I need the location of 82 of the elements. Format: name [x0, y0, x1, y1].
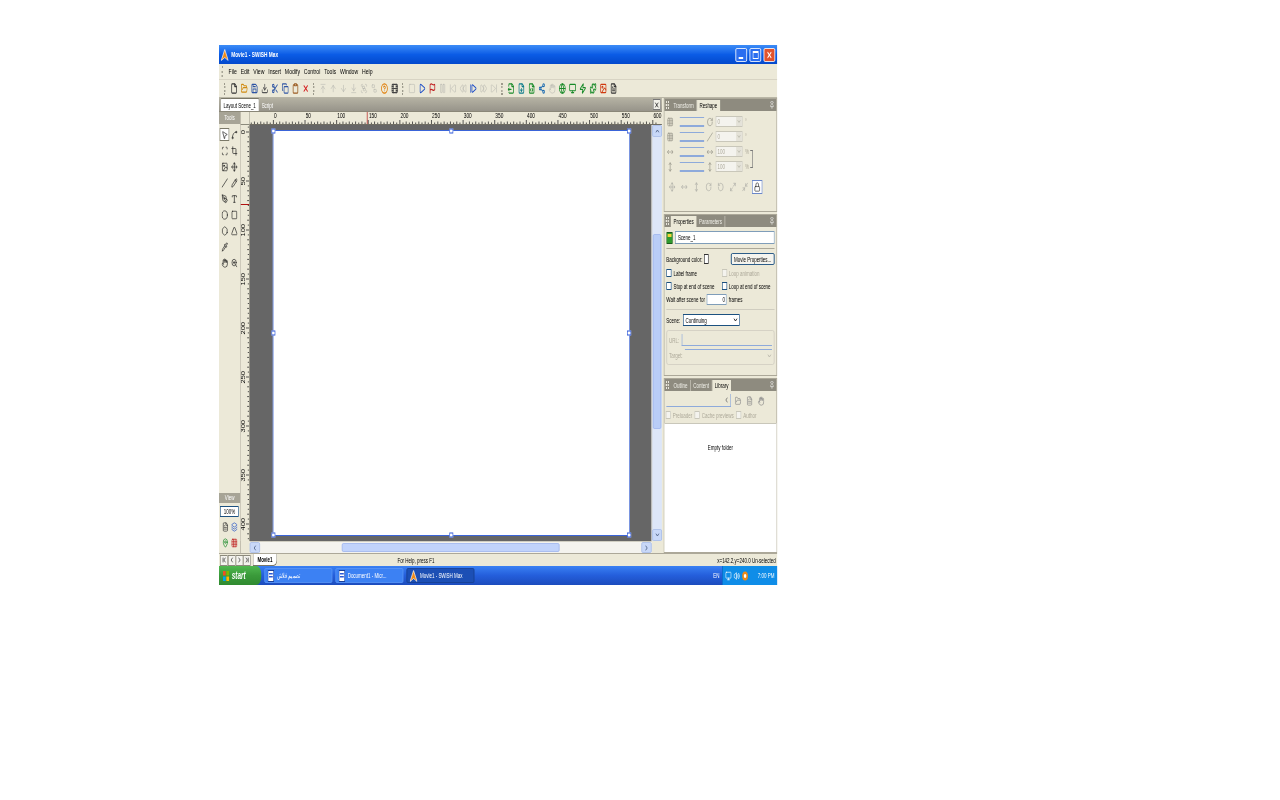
library-button[interactable]: [733, 394, 743, 407]
selection-handle-icon[interactable]: [627, 128, 632, 134]
selection-handle-icon[interactable]: [449, 128, 454, 134]
text-icon: [231, 193, 238, 204]
checkbox[interactable]: [721, 282, 727, 290]
windows-logo-icon: [222, 570, 230, 581]
start-button[interactable]: start: [219, 566, 262, 585]
scrollbar-thumb[interactable]: [341, 543, 560, 552]
menu-item[interactable]: Window: [338, 67, 361, 76]
crop-icon: [231, 145, 238, 156]
tool-button[interactable]: [229, 128, 240, 141]
pointer-icon: [221, 129, 228, 140]
grip-icon: [665, 381, 669, 389]
scene-icon: [666, 231, 673, 244]
menu-item[interactable]: Modify: [282, 67, 302, 76]
movie-nav-button[interactable]: [220, 554, 228, 566]
vertical-scrollbar[interactable]: [651, 125, 662, 541]
rotate-icon: [706, 116, 714, 127]
layers-icon: [231, 521, 238, 532]
rotate-back-icon: [717, 182, 724, 192]
input-field[interactable]: [679, 161, 705, 172]
grip-icon: [501, 82, 504, 95]
minimize-button[interactable]: [735, 47, 747, 62]
menu-item[interactable]: Tools: [322, 67, 338, 76]
selection-handle-icon[interactable]: [627, 330, 632, 336]
menu-item[interactable]: View: [251, 67, 267, 76]
vertical-arrows-icon: [693, 182, 700, 192]
transform-tool-button[interactable]: [752, 180, 763, 194]
cursor-marker: [240, 204, 250, 205]
app-logo-icon: [409, 569, 418, 582]
maximize-icon: [752, 50, 759, 59]
triangle-icon: [231, 225, 238, 236]
pin-icon[interactable]: [769, 381, 775, 389]
menu-item[interactable]: Edit: [238, 67, 252, 76]
grip-icon: [665, 217, 669, 225]
scroll-up-button[interactable]: [652, 125, 662, 137]
rotate-icon: [705, 182, 712, 192]
folder-icon: [734, 395, 742, 406]
tool-button[interactable]: [229, 208, 240, 221]
grip-icon: [224, 82, 227, 95]
input-field[interactable]: [679, 131, 705, 142]
minimize-icon: [738, 56, 744, 59]
selection-handle-icon[interactable]: [271, 532, 276, 538]
image-icon: [221, 161, 228, 172]
menu-item[interactable]: Help: [360, 67, 375, 76]
grid-icon: [231, 537, 238, 548]
input-field[interactable]: [679, 146, 705, 157]
close-document-button[interactable]: [652, 99, 661, 110]
grip-icon: [665, 101, 669, 109]
movie-nav-button[interactable]: [243, 554, 251, 566]
pin-icon[interactable]: [769, 101, 775, 109]
checkbox[interactable]: [666, 282, 672, 290]
pen-icon: [221, 193, 228, 204]
selection-handle-icon[interactable]: [449, 532, 454, 538]
maximize-button[interactable]: [749, 47, 762, 62]
color-swatch-icon[interactable]: [704, 254, 709, 264]
rectangle-icon: [231, 209, 238, 220]
movie-nav-button[interactable]: [227, 554, 236, 566]
ring-icon[interactable]: [741, 570, 749, 581]
app-logo-icon: [220, 48, 229, 61]
curve-icon: [231, 129, 238, 140]
pin-icon[interactable]: [769, 217, 775, 225]
view-button[interactable]: [229, 536, 240, 549]
checkbox[interactable]: [666, 269, 672, 277]
scrollbar-thumb[interactable]: [652, 234, 662, 429]
selection-handle-icon[interactable]: [271, 128, 276, 134]
menu-item[interactable]: Control: [301, 67, 323, 76]
lock-bracket-icon: [750, 150, 753, 168]
horizontal-scrollbar[interactable]: [249, 541, 652, 553]
height-icon: [667, 161, 674, 172]
movie-nav-button[interactable]: [235, 554, 244, 566]
selection-handle-icon[interactable]: [627, 532, 632, 538]
input-field[interactable]: [679, 116, 705, 127]
document-icon: [267, 569, 275, 582]
selection-handle-icon[interactable]: [271, 330, 276, 336]
tool-button[interactable]: [219, 128, 230, 141]
menu-item[interactable]: File: [226, 67, 239, 76]
scroll-down-button[interactable]: [652, 529, 662, 541]
menu-item[interactable]: Insert: [266, 67, 283, 76]
document-icon: [338, 569, 346, 582]
tool-button[interactable]: [229, 224, 240, 237]
close-button[interactable]: [763, 47, 776, 62]
